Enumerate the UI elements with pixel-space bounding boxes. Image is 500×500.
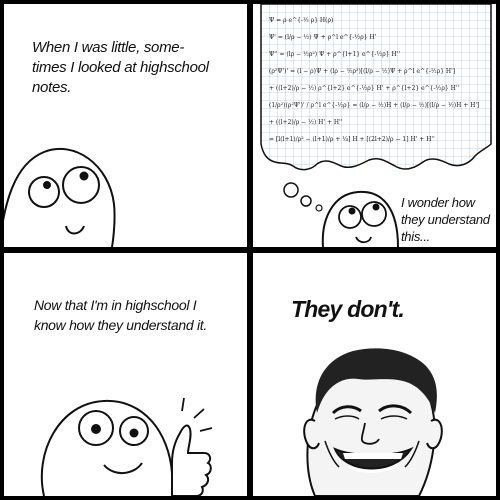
math-note-line: + ((l+2)/ρ − ½) H' + H'' <box>269 119 343 126</box>
panel-2-caption: I wonder how they understand this... <box>401 195 490 244</box>
math-note-line: Ψ'' = (lρ − ½ρ²) Ψ + ρ^{l+1} e^{-½ρ} H'' <box>269 51 401 58</box>
derp-face-looking-up <box>4 147 116 247</box>
math-note-line: (ρ²Ψ')' = (l − ρ)Ψ + (lρ − ½ρ²)[(l/ρ − ½… <box>269 68 456 75</box>
math-notes: Ψ = ρ e^{-½ ρ} H(ρ) Ψ' = (l/ρ − ½) Ψ + ρ^… <box>269 12 487 148</box>
math-note-line: (1/ρ²)(ρ²Ψ')' / ρ^l e^{-½ρ} = (l/ρ − ½)H… <box>269 102 480 109</box>
laughing-face <box>303 348 443 496</box>
math-note-line: + ((l+2)/ρ − ½) ρ^{l+2} e^{-½ρ} H' + ρ^{… <box>269 85 460 92</box>
math-note-line: Ψ = ρ e^{-½ ρ} H(ρ) <box>269 17 334 24</box>
derp-face-thumbs-up <box>40 397 213 496</box>
panel-1: When I was little, some- times I looked … <box>4 4 247 247</box>
panel-4: They don't. <box>253 253 496 496</box>
math-note-line: = [l(l+1)/ρ² − (l+1)/ρ + ¼] H + [(2l+2)/… <box>269 136 435 143</box>
panel-2: Ψ = ρ e^{-½ ρ} H(ρ) Ψ' = (l/ρ − ½) Ψ + ρ^… <box>253 4 496 247</box>
math-note-line: Ψ' = (l/ρ − ½) Ψ + ρ^l e^{-½ρ} H' <box>269 34 377 41</box>
panel-3: Now that I'm in highschool I know how th… <box>4 253 247 496</box>
